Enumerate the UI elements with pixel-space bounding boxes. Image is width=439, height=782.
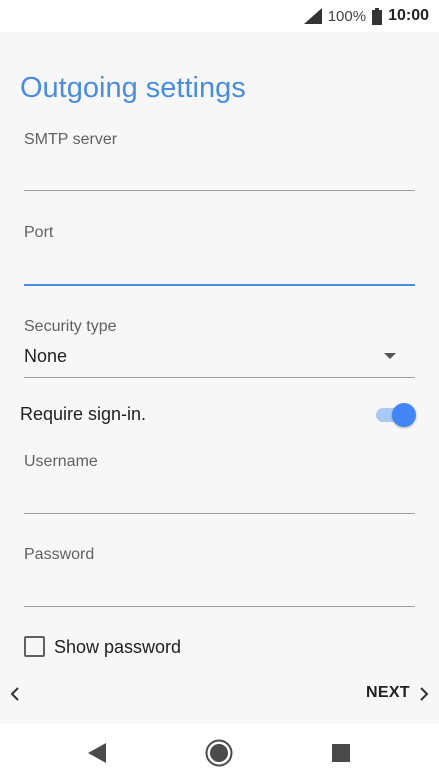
next-button[interactable]: NEXT (366, 684, 410, 702)
require-signin-toggle[interactable] (376, 402, 416, 428)
security-type-label: Security type (24, 318, 117, 335)
battery-icon (372, 7, 383, 25)
port-input[interactable] (24, 250, 415, 284)
dropdown-arrow-icon[interactable] (384, 353, 396, 359)
port-underline (24, 284, 415, 286)
status-bar: 100% 10:00 (0, 0, 439, 32)
security-type-select[interactable]: None (24, 346, 67, 367)
clock: 10:00 (388, 7, 429, 24)
chevron-right-icon[interactable] (417, 684, 431, 704)
toggle-knob (392, 403, 416, 427)
battery-percent: 100% (327, 7, 367, 25)
smtp-server-input[interactable] (24, 156, 415, 190)
signal-icon (303, 8, 322, 24)
password-input[interactable] (24, 572, 415, 606)
chevron-left-icon[interactable] (6, 682, 26, 706)
password-label: Password (24, 546, 95, 563)
smtp-server-underline (24, 190, 415, 191)
system-navigation-bar (0, 724, 439, 782)
username-underline (24, 513, 415, 514)
page-title: Outgoing settings (20, 72, 246, 104)
back-icon[interactable] (86, 741, 110, 765)
username-input[interactable] (24, 479, 415, 513)
security-type-underline (24, 377, 415, 378)
require-signin-label: Require sign-in. (20, 404, 147, 424)
show-password-checkbox[interactable] (24, 636, 45, 657)
home-icon[interactable] (205, 739, 233, 767)
password-underline (24, 606, 415, 607)
username-label: Username (24, 453, 98, 470)
show-password-label[interactable]: Show password (54, 637, 181, 658)
smtp-server-label: SMTP server (24, 131, 118, 148)
port-label: Port (24, 224, 54, 241)
recents-icon[interactable] (332, 744, 350, 762)
